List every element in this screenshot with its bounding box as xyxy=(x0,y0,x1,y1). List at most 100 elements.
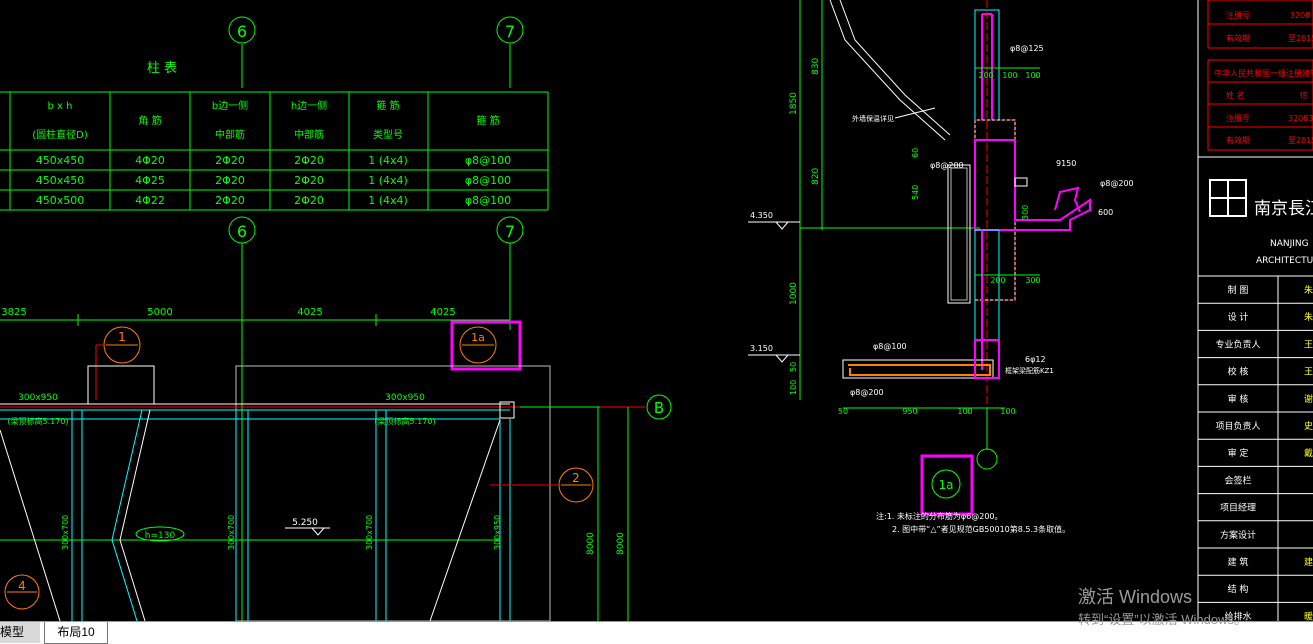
company-name-cn: 南京長江 xyxy=(1254,199,1313,219)
role-value: 朱 xyxy=(1304,311,1313,323)
note-line-1: 注:1. 未标注的分布筋为φ6@200。 xyxy=(876,511,1003,521)
svg-text:3208: 3208 xyxy=(1290,11,1310,20)
svg-text:2Φ20: 2Φ20 xyxy=(215,174,245,187)
v-dim: 8000 xyxy=(586,532,596,555)
svg-text:2Φ20: 2Φ20 xyxy=(215,154,245,167)
svg-text:φ8@100: φ8@100 xyxy=(465,154,511,167)
svg-text:φ8@200: φ8@200 xyxy=(850,388,884,397)
callout-4: 4 xyxy=(18,579,26,593)
section-callout-1a: 1a xyxy=(939,478,954,492)
svg-text:950: 950 xyxy=(902,407,917,416)
role-value: 戴 xyxy=(1304,447,1313,459)
role-label: 设 计 xyxy=(1228,311,1249,323)
svg-text:100: 100 xyxy=(1025,71,1040,80)
tab-model[interactable]: 模型 xyxy=(0,622,40,643)
svg-text:450x450: 450x450 xyxy=(36,174,85,187)
company-name-en-1: NANJING xyxy=(1270,239,1309,249)
beam-note: (梁顶标高5.170) xyxy=(7,416,68,426)
svg-text:4Φ20: 4Φ20 xyxy=(135,154,165,167)
svg-text:100: 100 xyxy=(1000,407,1015,416)
svg-text:φ8@200: φ8@200 xyxy=(930,161,964,170)
svg-text:4Φ22: 4Φ22 xyxy=(135,194,165,207)
dim-4025-b: 4025 xyxy=(430,307,455,318)
svg-text:820: 820 xyxy=(811,168,821,185)
th-h-side: h边一侧 xyxy=(291,99,327,112)
svg-text:1000: 1000 xyxy=(789,282,799,305)
svg-text:830: 830 xyxy=(811,58,821,75)
watermark-line-1: 激活 Windows xyxy=(1078,587,1193,607)
label-insulation: 外墙保温详见 xyxy=(852,114,894,123)
table-row: 450x450 4Φ25 2Φ20 2Φ20 1 (4x4) φ8@100 xyxy=(36,174,511,187)
role-label: 方案设计 xyxy=(1220,529,1256,541)
grid-bubble-6-top: 6 xyxy=(228,16,256,88)
role-value: 史 xyxy=(1304,420,1313,432)
title-block: 注册号 3208 有效期 至2015 中华人民共和国一级注册建筑师 姓 名 徐 … xyxy=(1197,0,1313,622)
svg-text:4Φ25: 4Φ25 xyxy=(135,174,165,187)
authority-text: 中华人民共和国一级注册建筑师 xyxy=(1214,68,1313,78)
role-label: 校 核 xyxy=(1228,366,1249,378)
role-label: 审 定 xyxy=(1228,447,1249,459)
beam-note: (梁顶标高5.170) xyxy=(374,416,435,426)
svg-text:450x500: 450x500 xyxy=(36,194,85,207)
th-stirrup-type: 类型号 xyxy=(373,128,403,141)
svg-text:注册号: 注册号 xyxy=(1226,10,1250,20)
svg-text:至2015: 至2015 xyxy=(1288,136,1313,145)
elevation-mark: 5.250 xyxy=(292,518,318,528)
grid-label-7: 7 xyxy=(505,22,515,41)
callout-2: 2 xyxy=(572,471,580,485)
svg-text:1 (4x4): 1 (4x4) xyxy=(368,194,408,207)
svg-text:有效期: 有效期 xyxy=(1226,135,1250,145)
svg-text:注册号: 注册号 xyxy=(1226,113,1250,123)
th-corner: 角 筋 xyxy=(138,114,161,127)
section-detail: 830 1850 820 1000 50 100 4.350 3.150 外墙保… xyxy=(748,0,1134,534)
grid-bubble-7-mid: 7 xyxy=(496,216,524,330)
th-h-side-2: 中部筋 xyxy=(294,128,324,141)
role-value: 建 xyxy=(1304,556,1313,568)
cad-drawing-canvas[interactable]: 6 7 柱 表 b x h (圆柱直径D) 角 筋 b边一侧 中部筋 h边一侧 … xyxy=(0,0,1313,622)
svg-text:徐: 徐 xyxy=(1300,90,1308,100)
v-beam-label: 300x700 xyxy=(227,515,236,550)
svg-text:2Φ20: 2Φ20 xyxy=(215,194,245,207)
beam-label: 300x950 xyxy=(385,393,425,403)
dim-5000: 5000 xyxy=(147,307,172,318)
v-beam-label: 300x700 xyxy=(61,515,70,550)
role-value: 朱 xyxy=(1304,284,1313,296)
role-label: 专业负责人 xyxy=(1215,338,1260,350)
svg-text:7: 7 xyxy=(505,222,515,241)
callout-1: 1 xyxy=(118,330,126,344)
th-stirrup-spec: 箍 筋 xyxy=(476,114,499,127)
svg-text:1 (4x4): 1 (4x4) xyxy=(368,174,408,187)
tab-layout10[interactable]: 布局10 xyxy=(44,622,108,644)
table-row: 450x450 4Φ20 2Φ20 2Φ20 1 (4x4) φ8@100 xyxy=(36,154,511,167)
callout-1a: 1a xyxy=(471,331,485,344)
column-schedule-table: 柱 表 b x h (圆柱直径D) 角 筋 b边一侧 中部筋 h边一侧 中部筋 … xyxy=(0,61,549,211)
role-value: 王 xyxy=(1304,339,1313,350)
role-label: 项目负责人 xyxy=(1215,420,1260,432)
svg-text:至2015: 至2015 xyxy=(1288,34,1313,43)
svg-text:9150: 9150 xyxy=(1056,159,1076,168)
svg-text:φ8@100: φ8@100 xyxy=(873,342,907,351)
svg-text:有效期: 有效期 xyxy=(1226,33,1250,43)
windows-activation-watermark: 激活 Windows 转到“设置”以激活 Windows。 xyxy=(1078,583,1247,627)
svg-text:100: 100 xyxy=(789,380,798,395)
svg-text:450x450: 450x450 xyxy=(36,154,85,167)
v-beam-label: 300x700 xyxy=(365,515,374,550)
svg-text:600: 600 xyxy=(1098,208,1113,217)
svg-text:32083: 32083 xyxy=(1288,114,1313,123)
company-name-en-2: ARCHITECTU xyxy=(1256,256,1313,266)
v-beam-label: 300x950 xyxy=(493,515,502,550)
svg-text:6: 6 xyxy=(237,222,247,241)
grid-label-6: 6 xyxy=(237,22,247,41)
svg-text:φ8@200: φ8@200 xyxy=(1100,179,1134,188)
svg-text:6φ12: 6φ12 xyxy=(1025,355,1046,364)
role-label: 结 构 xyxy=(1228,583,1249,595)
grid-bubble-7-top: 7 xyxy=(496,16,524,88)
label-frame-beam: 框架梁配筋KZ1 xyxy=(1005,366,1054,375)
svg-text:540: 540 xyxy=(911,185,920,200)
note-line-2: 2. 图中带“△”者见规范GB50010第8.5.3条取值。 xyxy=(892,524,1070,534)
dim-4025-a: 4025 xyxy=(297,307,322,318)
th-bxh-2: (圆柱直径D) xyxy=(32,128,88,141)
svg-text:姓 名: 姓 名 xyxy=(1226,90,1245,100)
company-logo-icon xyxy=(1209,179,1247,217)
th-b-side: b边一侧 xyxy=(212,99,248,112)
